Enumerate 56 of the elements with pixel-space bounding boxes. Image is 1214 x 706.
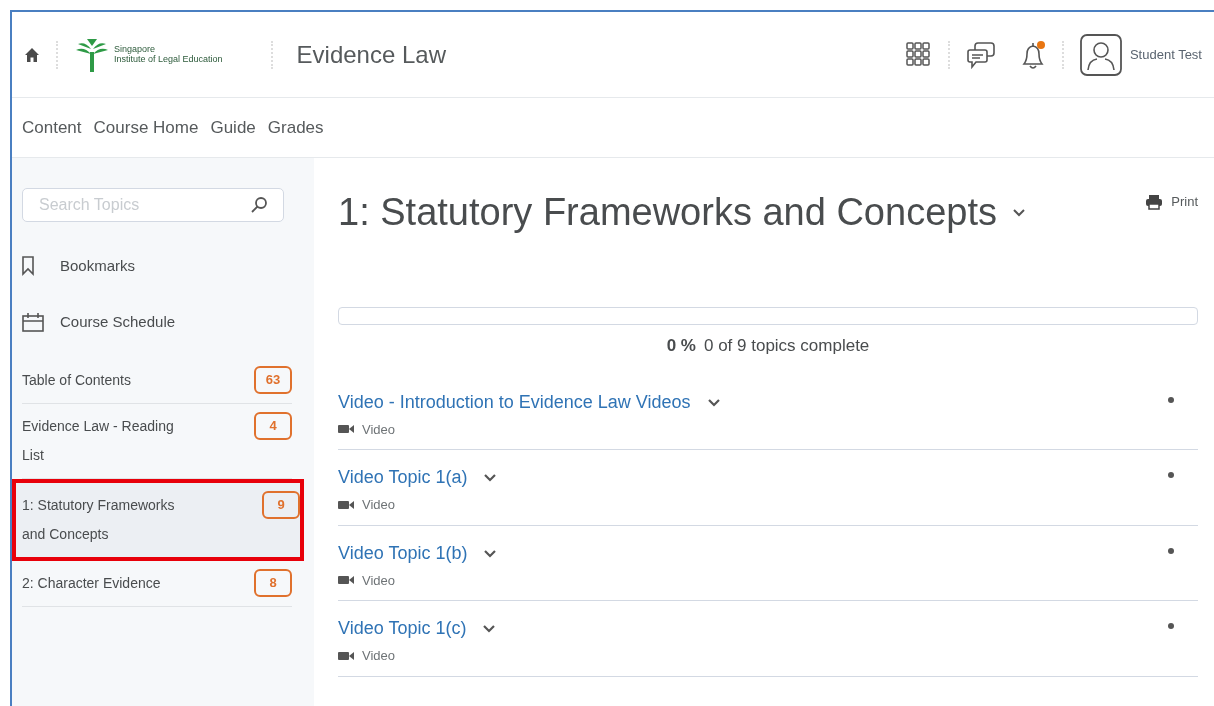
dot-icon [1168, 623, 1174, 629]
logo-text: Singapore [114, 44, 157, 55]
logo[interactable]: Singapore Institute of Legal Education [74, 37, 223, 72]
user-avatar-icon[interactable] [1079, 33, 1122, 76]
progress-summary: 0 of 9 topics complete [703, 335, 870, 357]
nav-link[interactable]: Course Home [93, 114, 199, 141]
dot-icon [1168, 396, 1174, 403]
topic-link[interactable]: Video Topic 1(c) [338, 615, 467, 642]
count-badge: 4 [254, 412, 292, 440]
count-badge: 8 [254, 569, 292, 597]
chevron-down-icon[interactable] [483, 473, 498, 482]
module-title: Table of Contents [22, 371, 132, 390]
chat-bubbles-icon[interactable] [965, 40, 996, 69]
nav-link[interactable]: Guide [210, 114, 256, 141]
print-button[interactable]: Print [1145, 192, 1198, 212]
dot-icon [1168, 472, 1174, 478]
chevron-down-icon[interactable] [483, 548, 498, 558]
sidebar-link[interactable]: Bookmarks [22, 238, 314, 294]
sidebar-link[interactable]: Course Schedule [22, 294, 314, 350]
bookmark-icon [22, 256, 35, 276]
video-camera-icon [338, 575, 354, 586]
chevron-down-icon[interactable] [1012, 208, 1025, 217]
tree-logo-icon [74, 37, 110, 72]
user-name[interactable]: Student Test [1129, 44, 1202, 65]
module-title: Evidence Law - Reading List [22, 417, 175, 465]
chevron-down-icon[interactable] [482, 624, 497, 633]
nav-link[interactable]: Content [22, 114, 82, 141]
video-camera-icon [338, 499, 354, 510]
course-title: Evidence Law [296, 39, 446, 70]
search-icon [250, 196, 268, 214]
topic-link[interactable]: Video Topic 1(b) [338, 539, 468, 567]
count-badge: 9 [262, 491, 300, 519]
module-title: 1: Statutory Frameworks and Concepts [22, 496, 176, 544]
module-item[interactable]: Table of Contents 63 [22, 358, 292, 404]
topic-link[interactable]: Video - Introduction to Evidence Law Videos [338, 388, 691, 416]
count-badge: 63 [254, 366, 292, 394]
topic-type: Video [362, 647, 395, 665]
logo-text: Institute of Legal Education [114, 54, 223, 65]
dot-icon [1168, 547, 1174, 554]
module-item[interactable]: 2: Character Evidence 8 [22, 561, 292, 607]
video-camera-icon [338, 650, 354, 661]
printer-icon [1145, 193, 1164, 210]
topic-link[interactable]: Video Topic 1(a) [338, 464, 468, 491]
video-camera-icon [338, 424, 354, 435]
topic-type: Video [362, 420, 395, 439]
page-title: 1: Statutory Frameworks and Concepts [338, 190, 997, 235]
topic-type: Video [362, 496, 395, 514]
apps-grid-icon[interactable] [905, 41, 932, 68]
chevron-down-icon[interactable] [706, 397, 721, 407]
calendar-icon [22, 312, 44, 332]
progress-percent: 0 % [666, 335, 696, 357]
home-icon[interactable] [24, 46, 40, 63]
nav-link[interactable]: Grades [267, 114, 324, 141]
module-title: 2: Character Evidence [22, 574, 162, 593]
module-item[interactable]: 1: Statutory Frameworks and Concepts 9 [12, 479, 304, 561]
topic-type: Video [362, 571, 395, 590]
